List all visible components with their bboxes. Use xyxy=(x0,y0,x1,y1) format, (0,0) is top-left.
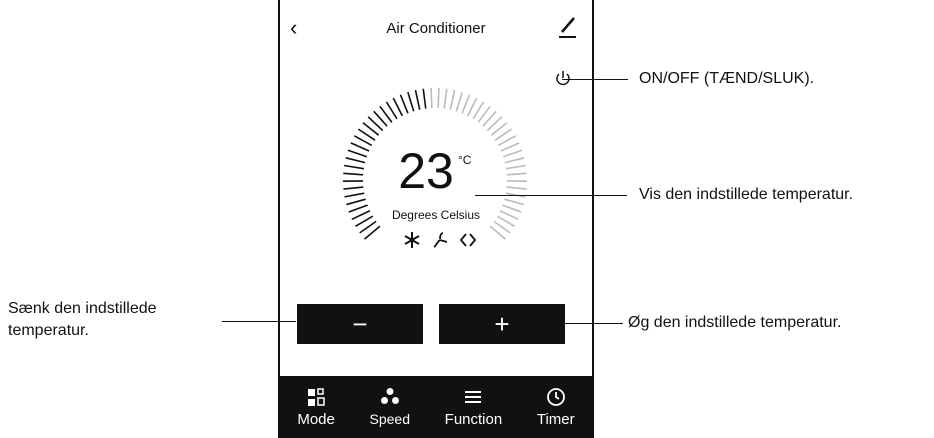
temperature-callout-line xyxy=(475,195,627,196)
decrease-callout: Sænk den indstillede temperatur. xyxy=(8,298,157,342)
dial-tick xyxy=(350,142,370,152)
dial-tick xyxy=(344,192,365,198)
dial-tick xyxy=(422,88,427,109)
dial-tick xyxy=(500,142,520,152)
power-icon[interactable] xyxy=(554,68,572,88)
dial-tick xyxy=(345,157,366,164)
tab-mode-label: Mode xyxy=(297,410,335,428)
tab-speed[interactable]: Speed xyxy=(370,387,410,427)
dial-tick xyxy=(466,97,478,117)
clock-icon xyxy=(546,387,565,406)
mode-icon xyxy=(308,387,325,406)
page-title: Air Conditioner xyxy=(386,20,486,37)
menu-icon xyxy=(465,390,482,403)
dial-tick xyxy=(505,164,526,170)
dial-tick xyxy=(347,149,368,158)
dial-tick xyxy=(343,186,364,190)
auto-swing-icon xyxy=(459,233,477,247)
increase-callout-line xyxy=(563,323,623,324)
dial-tick xyxy=(502,149,523,158)
dial-tick xyxy=(414,89,421,110)
tab-function[interactable]: Function xyxy=(444,387,503,428)
power-callout-line xyxy=(562,79,628,80)
bottom-tab-bar: Mode Speed Function Timer xyxy=(280,376,592,438)
decrease-callout-line xyxy=(222,321,296,322)
tab-function-label: Function xyxy=(444,410,503,428)
dial-tick xyxy=(353,135,373,147)
dial-tick xyxy=(346,198,366,206)
snowflake-icon xyxy=(404,232,420,248)
pencil-icon[interactable] xyxy=(556,14,578,40)
dial-tick xyxy=(430,88,433,109)
dial-tick xyxy=(443,88,448,109)
dial-tick xyxy=(497,135,517,147)
header: ‹ Air Conditioner xyxy=(280,0,592,60)
tab-timer[interactable]: Timer xyxy=(537,387,575,428)
increase-temperature-button[interactable]: + xyxy=(439,304,565,344)
tab-speed-label: Speed xyxy=(369,411,410,427)
phone-screen: ‹ Air Conditioner 23 °C Degrees Celsius xyxy=(278,0,594,438)
dial-tick xyxy=(455,91,463,112)
dial-tick xyxy=(506,172,527,176)
temperature-value: 23 xyxy=(398,143,454,199)
tab-timer-label: Timer xyxy=(536,410,575,428)
power-callout: ON/OFF (TÆND/SLUK). xyxy=(639,70,815,87)
dial-tick xyxy=(343,172,364,176)
decrease-temperature-button[interactable]: − xyxy=(297,304,423,344)
dial-tick xyxy=(504,198,524,206)
fan-icon xyxy=(380,388,399,404)
dial-tick xyxy=(437,88,440,109)
dial-tick xyxy=(506,186,527,190)
status-icons xyxy=(390,230,490,254)
tab-mode[interactable]: Mode xyxy=(297,387,335,428)
dial-tick xyxy=(504,157,525,164)
decrease-callout-line1: Sænk den indstillede xyxy=(8,300,157,317)
temperature-callout: Vis den indstillede temperatur. xyxy=(639,186,854,203)
fan-icon xyxy=(433,232,448,248)
dial-tick xyxy=(392,97,404,117)
increase-callout: Øg den indstillede temperatur. xyxy=(628,314,842,331)
dial-tick xyxy=(344,164,365,170)
dial-tick xyxy=(407,91,415,112)
dial-tick xyxy=(449,89,456,110)
decrease-callout-line2: temperatur. xyxy=(8,322,89,339)
temperature-caption: Degrees Celsius xyxy=(391,208,481,222)
temperature-unit: °C xyxy=(458,153,472,167)
dial-tick xyxy=(461,94,471,114)
dial-tick xyxy=(399,94,409,114)
